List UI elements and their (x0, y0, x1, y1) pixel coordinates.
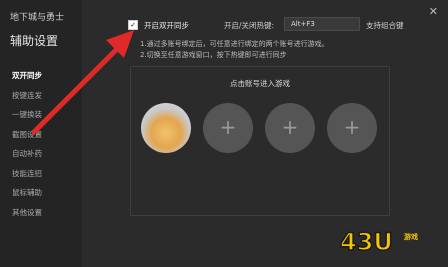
sidebar-item-quick-outfit[interactable]: 一键换装 (0, 105, 82, 125)
add-account-slot-2[interactable]: + (265, 103, 315, 153)
account-zone: 点击账号进入游戏 + + + (130, 66, 390, 216)
sidebar-item-screenshot[interactable]: 截图设置 (0, 125, 82, 145)
sync-checkbox-label: 开启双开同步 (144, 20, 189, 30)
sidebar-item-other-settings[interactable]: 其他设置 (0, 203, 82, 223)
main-panel: ✕ ✓ 开启双开同步 开启/关闭热键: Alt+F3 支持组合键 1.通过多账号… (82, 0, 448, 267)
plus-icon: + (219, 115, 237, 139)
add-account-slot-3[interactable]: + (327, 103, 377, 153)
sidebar-item-key-repeat[interactable]: 按键连发 (0, 86, 82, 106)
sidebar: 地下城与勇士 辅助设置 双开同步 按键连发 一键换装 截图设置 自动补药 技能连… (0, 0, 82, 267)
close-icon[interactable]: ✕ (429, 6, 438, 17)
plus-icon: + (281, 115, 299, 139)
description-line-1: 1.通过多账号绑定后，可任意进行绑定的两个账号进行游戏。 (140, 40, 329, 48)
plus-icon: + (343, 115, 361, 139)
sidebar-nav: 双开同步 按键连发 一键换装 截图设置 自动补药 技能连招 鼠标辅助 其他设置 (0, 66, 82, 222)
sidebar-item-skill-combo[interactable]: 技能连招 (0, 164, 82, 184)
panel-title: 辅助设置 (10, 34, 59, 48)
hotkey-label: 开启/关闭热键: (224, 21, 275, 30)
hotkey-input[interactable]: Alt+F3 (284, 17, 360, 31)
add-account-slot-1[interactable]: + (203, 103, 253, 153)
sidebar-item-auto-potion[interactable]: 自动补药 (0, 144, 82, 164)
combo-support-text: 支持组合键 (366, 21, 404, 30)
site-watermark: 43U 游戏 (339, 227, 440, 262)
sidebar-item-dual-sync[interactable]: 双开同步 (0, 66, 82, 86)
watermark-sub: 游戏 (404, 233, 418, 241)
account-avatar[interactable] (141, 103, 191, 153)
description-line-2: 2.切换至任意游戏窗口，按下热键即可进行同步 (140, 51, 287, 59)
sync-checkbox[interactable]: ✓ (128, 20, 138, 30)
sync-toggle-row[interactable]: ✓ 开启双开同步 (128, 18, 189, 32)
sidebar-item-mouse-assist[interactable]: 鼠标辅助 (0, 183, 82, 203)
watermark-number: 43U (339, 227, 393, 257)
app-title: 地下城与勇士 (10, 13, 65, 23)
app-window: 地下城与勇士 辅助设置 双开同步 按键连发 一键换装 截图设置 自动补药 技能连… (0, 0, 448, 267)
account-zone-title: 点击账号进入游戏 (230, 79, 290, 88)
